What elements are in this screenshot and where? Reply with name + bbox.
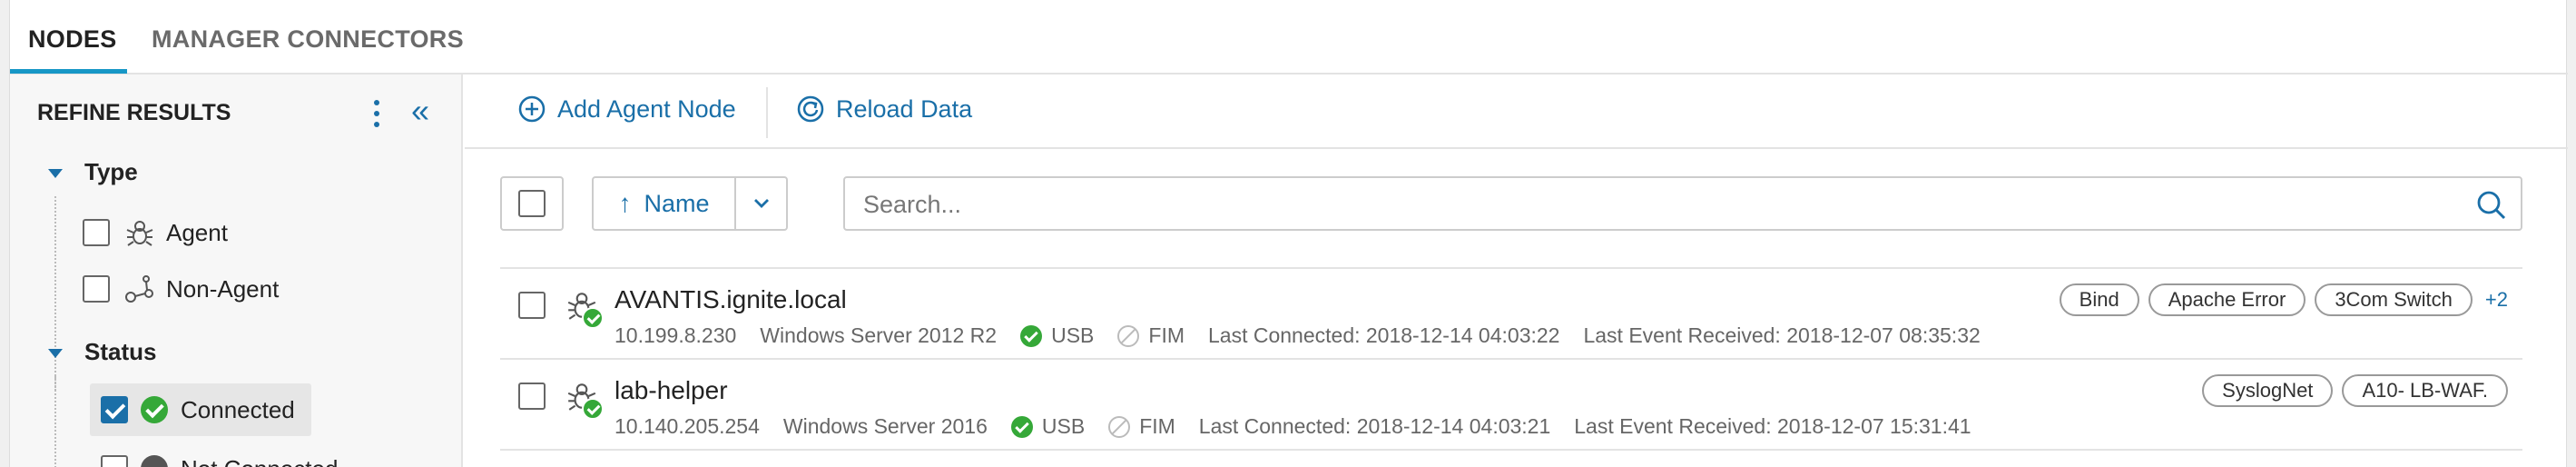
node-name[interactable]: lab-helper: [615, 376, 728, 405]
search-input[interactable]: [863, 187, 2443, 222]
usb-status: USB: [1010, 414, 1085, 439]
tag-chip[interactable]: SyslogNet: [2202, 374, 2334, 407]
main-toolbar: Add Agent Node Reload Data: [465, 75, 2568, 149]
fim-disabled-icon: [1108, 415, 1131, 438]
node-tags: SyslogNet A10- LB-WAF.: [2193, 374, 2508, 407]
node-row-checkbox[interactable]: [518, 292, 546, 319]
reload-data-label: Reload Data: [836, 94, 973, 123]
sort-by-name-button[interactable]: ↑ Name: [594, 178, 736, 229]
caret-down-icon[interactable]: [48, 169, 63, 178]
refine-results-sidebar: REFINE RESULTS « Type Agent Non-Agent St…: [10, 75, 463, 467]
facet-non-agent-checkbox[interactable]: [83, 275, 110, 303]
search-box: [843, 176, 2522, 231]
facet-connected-label: Connected: [181, 395, 295, 423]
tag-chip[interactable]: Apache Error: [2148, 283, 2306, 316]
node-row-checkbox[interactable]: [518, 383, 546, 410]
node-ip: 10.140.205.254: [615, 414, 760, 438]
node-name[interactable]: AVANTIS.ignite.local: [615, 285, 847, 314]
non-agent-icon: [125, 275, 153, 303]
chevron-down-icon: [753, 199, 769, 208]
add-agent-node-label: Add Agent Node: [557, 94, 736, 123]
fim-disabled-icon: [1117, 324, 1140, 347]
facet-connected-checkbox[interactable]: [101, 396, 128, 423]
sort-dropdown-button[interactable]: [736, 178, 786, 229]
node-os: Windows Server 2016: [782, 414, 988, 438]
not-connected-icon: [141, 455, 168, 467]
fim-status: FIM: [1117, 323, 1185, 348]
select-all-checkbox[interactable]: [518, 190, 546, 217]
more-options-icon[interactable]: [366, 98, 388, 129]
tab-manager-connectors[interactable]: MANAGER CONNECTORS: [152, 25, 464, 54]
facet-group-status[interactable]: Status: [84, 338, 156, 366]
node-ip: 10.199.8.230: [615, 323, 737, 347]
search-icon[interactable]: [2475, 189, 2508, 222]
facet-not-connected-label: Not Connected: [181, 455, 338, 467]
usb-status: USB: [1020, 323, 1094, 348]
facet-non-agent[interactable]: Non-Agent: [83, 271, 279, 307]
last-connected: Last Connected: 2018-12-14 04:03:21: [1198, 414, 1551, 438]
facet-agent[interactable]: Agent: [83, 214, 228, 251]
node-meta: 10.199.8.230 Windows Server 2012 R2 USB …: [615, 323, 2004, 348]
reload-data-button[interactable]: Reload Data: [796, 94, 972, 124]
node-tags: Bind Apache Error 3Com Switch +2: [2050, 283, 2508, 316]
usb-enabled-icon: [1020, 324, 1043, 347]
node-row[interactable]: AVANTIS.ignite.local 10.199.8.230 Window…: [500, 269, 2522, 360]
agent-connected-icon: [565, 289, 607, 331]
refine-results-title: REFINE RESULTS: [37, 100, 231, 125]
last-event-received: Last Event Received: 2018-12-07 08:35:32: [1583, 323, 1981, 347]
tag-chip[interactable]: A10- LB-WAF.: [2342, 374, 2508, 407]
reload-icon: [797, 95, 824, 123]
facet-agent-checkbox[interactable]: [83, 219, 110, 246]
facet-non-agent-label: Non-Agent: [166, 274, 280, 303]
more-tags-link[interactable]: +2: [2485, 288, 2508, 312]
tag-chip[interactable]: 3Com Switch: [2315, 283, 2473, 316]
arrow-up-icon: ↑: [618, 189, 632, 217]
node-os: Windows Server 2012 R2: [760, 323, 998, 347]
connected-icon: [141, 396, 168, 423]
tree-guide: [54, 376, 56, 467]
app-frame: NODES MANAGER CONNECTORS REFINE RESULTS …: [9, 0, 2568, 467]
facet-not-connected-checkbox[interactable]: [101, 455, 128, 467]
agent-icon: [126, 221, 153, 246]
usb-enabled-icon: [1010, 415, 1033, 438]
tree-guide: [54, 196, 56, 391]
tag-chip[interactable]: Bind: [2059, 283, 2139, 316]
select-all-button[interactable]: [500, 176, 564, 231]
caret-down-icon[interactable]: [48, 349, 63, 358]
fim-status: FIM: [1108, 414, 1175, 439]
tab-nodes[interactable]: NODES: [28, 25, 117, 54]
facet-connected[interactable]: Connected: [90, 383, 311, 436]
node-row[interactable]: lab-helper 10.140.205.254 Windows Server…: [500, 360, 2522, 451]
sort-control: ↑ Name: [592, 176, 788, 231]
plus-circle-icon: [518, 95, 546, 123]
node-meta: 10.140.205.254 Windows Server 2016 USB F…: [615, 414, 1995, 439]
last-connected: Last Connected: 2018-12-14 04:03:22: [1208, 323, 1560, 347]
toolbar-divider: [766, 87, 768, 138]
collapse-sidebar-icon[interactable]: «: [411, 94, 429, 127]
add-agent-node-button[interactable]: Add Agent Node: [517, 94, 736, 124]
facet-agent-label: Agent: [166, 218, 228, 246]
sort-label: Name: [644, 189, 710, 217]
facet-group-type[interactable]: Type: [84, 158, 138, 186]
facet-not-connected[interactable]: Not Connected: [101, 451, 338, 467]
active-tab-indicator: [10, 69, 127, 74]
agent-connected-icon: [565, 380, 607, 422]
tab-bar: NODES MANAGER CONNECTORS: [10, 0, 2568, 75]
last-event-received: Last Event Received: 2018-12-07 15:31:41: [1574, 414, 1971, 438]
